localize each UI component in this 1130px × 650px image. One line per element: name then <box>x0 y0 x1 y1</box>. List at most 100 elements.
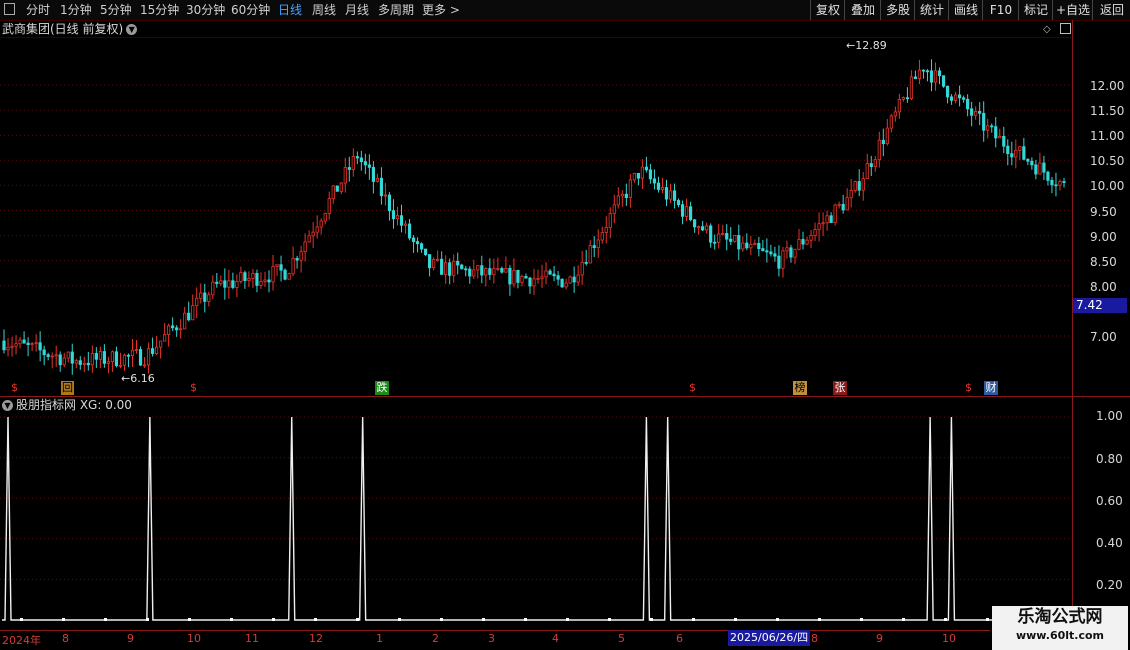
xg-baseline-dot <box>650 618 653 621</box>
xg-baseline-dot <box>860 618 863 621</box>
candle-down <box>267 279 271 283</box>
candle-up <box>544 270 548 278</box>
y-tick-7: 7.00 <box>1090 330 1117 344</box>
x-month-label: 10 <box>187 632 201 645</box>
candle-up <box>339 182 343 192</box>
candle-down <box>1034 164 1038 175</box>
candle-up <box>183 312 187 330</box>
candle-up <box>327 198 331 214</box>
indicator-panel-title: ▼ 股朋指标网 XG: 0.00 <box>2 397 132 413</box>
candle-down <box>949 96 954 101</box>
candle-down <box>423 248 428 255</box>
candle-down <box>411 237 416 242</box>
candle-up <box>504 267 508 273</box>
xg-baseline-dot <box>230 618 233 621</box>
event-marker-5[interactable]: $ <box>689 381 696 395</box>
xg-baseline-dot <box>608 618 611 621</box>
candle-down <box>680 204 685 217</box>
candle-down <box>773 253 777 257</box>
candle-up <box>1058 181 1062 186</box>
event-marker-9[interactable]: 财 <box>984 381 998 395</box>
event-marker-3[interactable]: $ <box>190 381 197 395</box>
chevron-down-icon[interactable]: ▼ <box>2 400 13 411</box>
candle-down <box>500 268 504 273</box>
candle-down <box>913 76 918 80</box>
candle-up <box>809 235 813 241</box>
xg-baseline-dot <box>902 618 905 621</box>
candle-down <box>428 254 432 269</box>
x-month-label: 2 <box>432 632 439 645</box>
ind-tick-1: 1.00 <box>1096 409 1123 423</box>
candle-up <box>885 127 889 145</box>
event-marker-1[interactable]: $ <box>11 381 18 395</box>
chart-canvas[interactable] <box>0 0 1130 650</box>
y-tick-10-5: 10.50 <box>1090 154 1125 168</box>
candle-up <box>564 282 568 288</box>
candle-down <box>572 276 576 283</box>
candle-down <box>42 349 46 356</box>
candle-up <box>319 220 323 228</box>
candle-up <box>98 351 102 360</box>
diamond-icon[interactable]: ◇ <box>1043 24 1051 35</box>
candle-down <box>1050 179 1054 186</box>
xg-baseline-dot <box>104 618 107 621</box>
candle-up <box>291 257 295 275</box>
candle-down <box>970 108 974 116</box>
candle-down <box>1026 158 1030 162</box>
candle-up <box>287 273 291 280</box>
candle-up <box>877 139 881 161</box>
chevron-down-icon[interactable]: ▼ <box>126 24 138 35</box>
candle-down <box>171 325 175 329</box>
candle-up <box>536 277 540 280</box>
candle-down <box>215 281 219 284</box>
y-tick-12: 12.00 <box>1090 79 1125 93</box>
candle-down <box>921 69 926 72</box>
event-marker-8[interactable]: $ <box>965 381 972 395</box>
watermark-title: 乐淘公式网 <box>1017 607 1103 627</box>
candle-down <box>86 362 90 366</box>
candle-up <box>275 264 279 267</box>
candle-down <box>644 166 649 171</box>
candle-up <box>1014 149 1018 158</box>
candle-down <box>624 193 628 198</box>
event-marker-6[interactable]: 榜 <box>793 381 807 395</box>
event-marker-2[interactable]: 回 <box>61 381 74 395</box>
candle-up <box>30 343 34 346</box>
high-price-label: ←12.89 <box>846 39 887 52</box>
candle-up <box>620 193 624 197</box>
candle-up <box>247 278 251 281</box>
candle-up <box>596 239 600 249</box>
candle-up <box>62 357 66 366</box>
candle-down <box>2 340 6 351</box>
candle-up <box>227 280 231 288</box>
xg-baseline-dot <box>356 618 359 621</box>
candle-down <box>941 75 946 87</box>
candle-down <box>38 342 42 351</box>
candle-up <box>403 223 408 226</box>
candle-down <box>419 243 424 250</box>
candle-down <box>592 245 596 249</box>
candle-down <box>367 164 371 168</box>
candle-up <box>917 69 922 80</box>
candle-up <box>307 235 311 243</box>
candle-down <box>359 157 363 163</box>
candle-up <box>805 239 809 245</box>
candle-up <box>1018 146 1022 151</box>
x-month-label: 8 <box>811 632 818 645</box>
candle-up <box>933 70 938 83</box>
xg-baseline-dot <box>524 618 527 621</box>
event-marker-4[interactable]: 跌 <box>375 381 389 395</box>
candle-up <box>235 280 239 288</box>
candle-down <box>223 280 227 288</box>
candle-up <box>452 260 456 276</box>
candle-down <box>58 354 62 366</box>
candle-up <box>797 239 801 250</box>
xg-baseline-dot <box>566 618 569 621</box>
candle-up <box>608 213 612 228</box>
candle-up <box>604 226 608 233</box>
candle-down <box>480 265 484 276</box>
x-month-label: 9 <box>876 632 883 645</box>
candle-up <box>271 265 275 283</box>
event-marker-7[interactable]: 张 <box>833 381 847 395</box>
panel-toggle-icon[interactable] <box>1060 23 1071 34</box>
